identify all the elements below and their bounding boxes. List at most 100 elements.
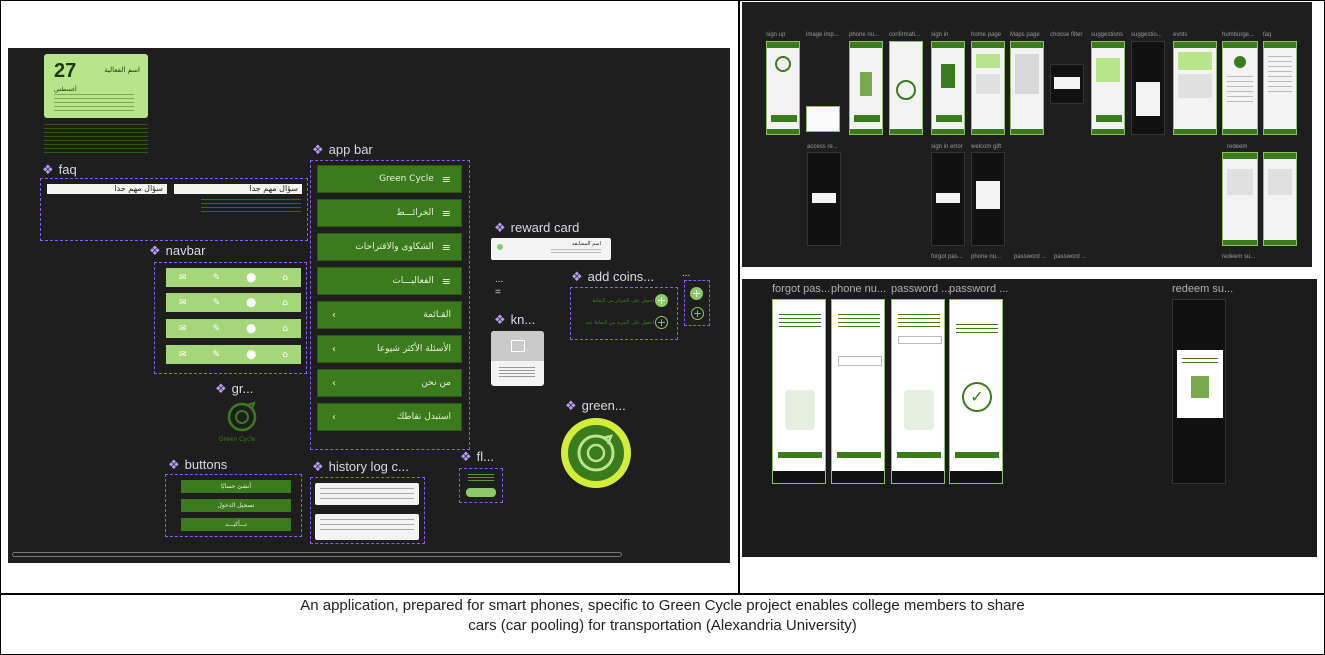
- screen-label-phone-number-2: phone nu...: [971, 254, 1002, 260]
- navbar-label[interactable]: ❖ navbar: [149, 243, 205, 259]
- screen-label-access: access re...: [807, 144, 838, 150]
- buttons-label[interactable]: ❖ buttons: [168, 457, 227, 473]
- screen-hamburger[interactable]: [1222, 41, 1258, 135]
- knowledge-card: [491, 331, 544, 386]
- fl-label[interactable]: ❖ fl...: [460, 449, 494, 465]
- create-account-button[interactable]: أنشئ حسابًا: [181, 480, 291, 493]
- history-log-card-2: [315, 514, 419, 540]
- app-bar-label[interactable]: ❖ app bar: [312, 142, 373, 158]
- screen-choose-filter[interactable]: [1050, 64, 1084, 104]
- app-bar-item-about[interactable]: ‹ من نحن: [317, 369, 462, 397]
- navbar-variant-4: ✉ ✎ ⬤ ⌂: [166, 345, 301, 364]
- screen-label-suggestions: suggestions: [1091, 32, 1124, 38]
- home-icon: ⌂: [282, 272, 288, 283]
- screen-redeem-2[interactable]: [1263, 152, 1297, 246]
- reward-card: اسم المسابقة: [491, 238, 611, 260]
- hamburger-icon: ≡: [441, 172, 451, 186]
- screen-label-forgot-password-large: forgot pas...: [772, 283, 831, 295]
- screen-password-2[interactable]: ✓: [949, 299, 1003, 484]
- chevron-left-icon: ‹: [332, 343, 336, 355]
- screen-label-phone-number: phone nu...: [849, 32, 880, 38]
- horizontal-scrollbar[interactable]: [12, 552, 622, 557]
- screen-faq[interactable]: [1263, 41, 1297, 135]
- plus-filled-icon[interactable]: +: [655, 294, 668, 307]
- app-bar-item-redeem[interactable]: ‹ استبدل نقاطك: [317, 403, 462, 431]
- screen-sign-up[interactable]: [766, 41, 800, 135]
- screen-events[interactable]: [1173, 41, 1217, 135]
- green-cycle-logo: [222, 401, 262, 441]
- plus-filled-icon[interactable]: +: [690, 287, 703, 300]
- screen-confirmation[interactable]: [889, 41, 923, 135]
- screen-label-redeem-success-large: redeem su...: [1172, 283, 1234, 295]
- navbar-variant-1: ✉ ✎ ⬤ ⌂: [166, 268, 301, 287]
- screen-suggestions[interactable]: [1091, 41, 1125, 135]
- faq-frame: سؤال مهم جدا سؤال مهم جدا: [40, 178, 308, 241]
- design-canvas-left[interactable]: 27 اسم الفعالية أغسطس ❖ faq سؤال مهم جدا …: [8, 48, 730, 563]
- fl-frame: [459, 468, 503, 503]
- screen-label-maps-page: Maps page: [1010, 32, 1040, 38]
- event-day: 27: [54, 60, 77, 82]
- screen-redeem-success[interactable]: [1172, 299, 1226, 484]
- add-coins-row-1: احصل على الجوائز من النقاط: [592, 298, 654, 304]
- screen-label-welcome-gift: welcom gift: [971, 144, 1002, 150]
- image-placeholder-icon: [511, 340, 525, 352]
- screen-phone-number-large[interactable]: [831, 299, 885, 484]
- app-bar-item-green-cycle[interactable]: Green Cycle ≡: [317, 165, 462, 193]
- hamburger-icon: ≡: [441, 206, 451, 220]
- hamburger-icon: ≡: [441, 274, 451, 288]
- add-coins-label[interactable]: ❖ add coins...: [571, 269, 654, 285]
- chevron-left-icon: ‹: [332, 377, 336, 389]
- plus-outline-icon[interactable]: +: [691, 307, 704, 320]
- app-bar-item-faq[interactable]: ‹ الأسئلة الأكثر شيوعا: [317, 335, 462, 363]
- design-canvas-bottom-right[interactable]: forgot pas... phone nu... password ... p…: [742, 279, 1317, 557]
- screen-suggestions-2[interactable]: [1131, 41, 1165, 135]
- plus-variants-frame: + +: [684, 280, 710, 326]
- plus-outline-icon[interactable]: +: [655, 316, 668, 329]
- confirm-button[interactable]: تـــأكيـــد: [181, 518, 291, 531]
- app-bar-item-menu[interactable]: ‹ القـائمة: [317, 301, 462, 329]
- faq-label[interactable]: ❖ faq: [42, 162, 77, 178]
- reward-card-label[interactable]: ❖ reward card: [494, 220, 579, 236]
- screen-label-sign-up: sign up: [766, 32, 786, 38]
- leaf-cycle-icon: [227, 401, 257, 432]
- chevron-left-icon: ‹: [332, 309, 336, 321]
- navbar-variant-2: ✉ ✎ ⬤ ⌂: [166, 293, 301, 312]
- screen-phone-number[interactable]: [849, 41, 883, 135]
- fl-button[interactable]: [466, 488, 496, 497]
- screen-label-hamburger: humburge...: [1222, 32, 1255, 38]
- screen-password-1[interactable]: [891, 299, 945, 484]
- screen-redeem[interactable]: [1222, 152, 1258, 246]
- login-button[interactable]: تسجيل الدخول: [181, 499, 291, 512]
- kn-label[interactable]: ❖ kn...: [494, 312, 535, 328]
- screen-label-sign-in-error: sign in error: [931, 144, 963, 150]
- screen-sign-in-error[interactable]: [931, 152, 965, 246]
- mail-icon: ✉: [179, 349, 187, 360]
- screen-home-page[interactable]: [971, 41, 1005, 135]
- gr-label[interactable]: ❖ gr...: [215, 381, 253, 397]
- event-month: أغسطس: [54, 86, 77, 93]
- screen-label-faq: faq: [1263, 32, 1272, 38]
- component-ellipsis-2: ...: [682, 268, 691, 279]
- component-ellipsis-1: ...: [495, 274, 504, 285]
- design-canvas-top-right[interactable]: sign up image imp... phone nu... confirm…: [742, 2, 1312, 267]
- history-log-label[interactable]: ❖ history log c...: [312, 459, 409, 475]
- app-bar-item-complaints[interactable]: الشكاوى والاقتراحات ≡: [317, 233, 462, 261]
- event-text-lines: [54, 94, 134, 112]
- screen-label-password-1: password ...: [1014, 254, 1047, 260]
- app-bar-item-events[interactable]: الفعاليـــات ≡: [317, 267, 462, 295]
- event-description-lines: [44, 124, 148, 154]
- screen-forgot-password[interactable]: [772, 299, 826, 484]
- screen-label-redeem-success: redeem su...: [1222, 254, 1256, 260]
- add-coins-frame: احصل على الجوائز من النقاط + احصل على ال…: [570, 287, 678, 340]
- green-label[interactable]: ❖ green...: [565, 398, 626, 414]
- screen-label-password-2: password ...: [1054, 254, 1087, 260]
- screen-sign-in[interactable]: [931, 41, 965, 135]
- screen-label-redeem: redeem: [1227, 144, 1248, 150]
- screen-maps-page[interactable]: [1010, 41, 1044, 135]
- event-title: اسم الفعالية: [104, 66, 140, 74]
- screen-welcome-gift[interactable]: [971, 152, 1005, 246]
- screen-image-import[interactable]: [806, 106, 840, 132]
- screen-access[interactable]: [807, 152, 841, 246]
- home-icon: ⌂: [282, 349, 288, 360]
- app-bar-item-maps[interactable]: الخرائـــط ≡: [317, 199, 462, 227]
